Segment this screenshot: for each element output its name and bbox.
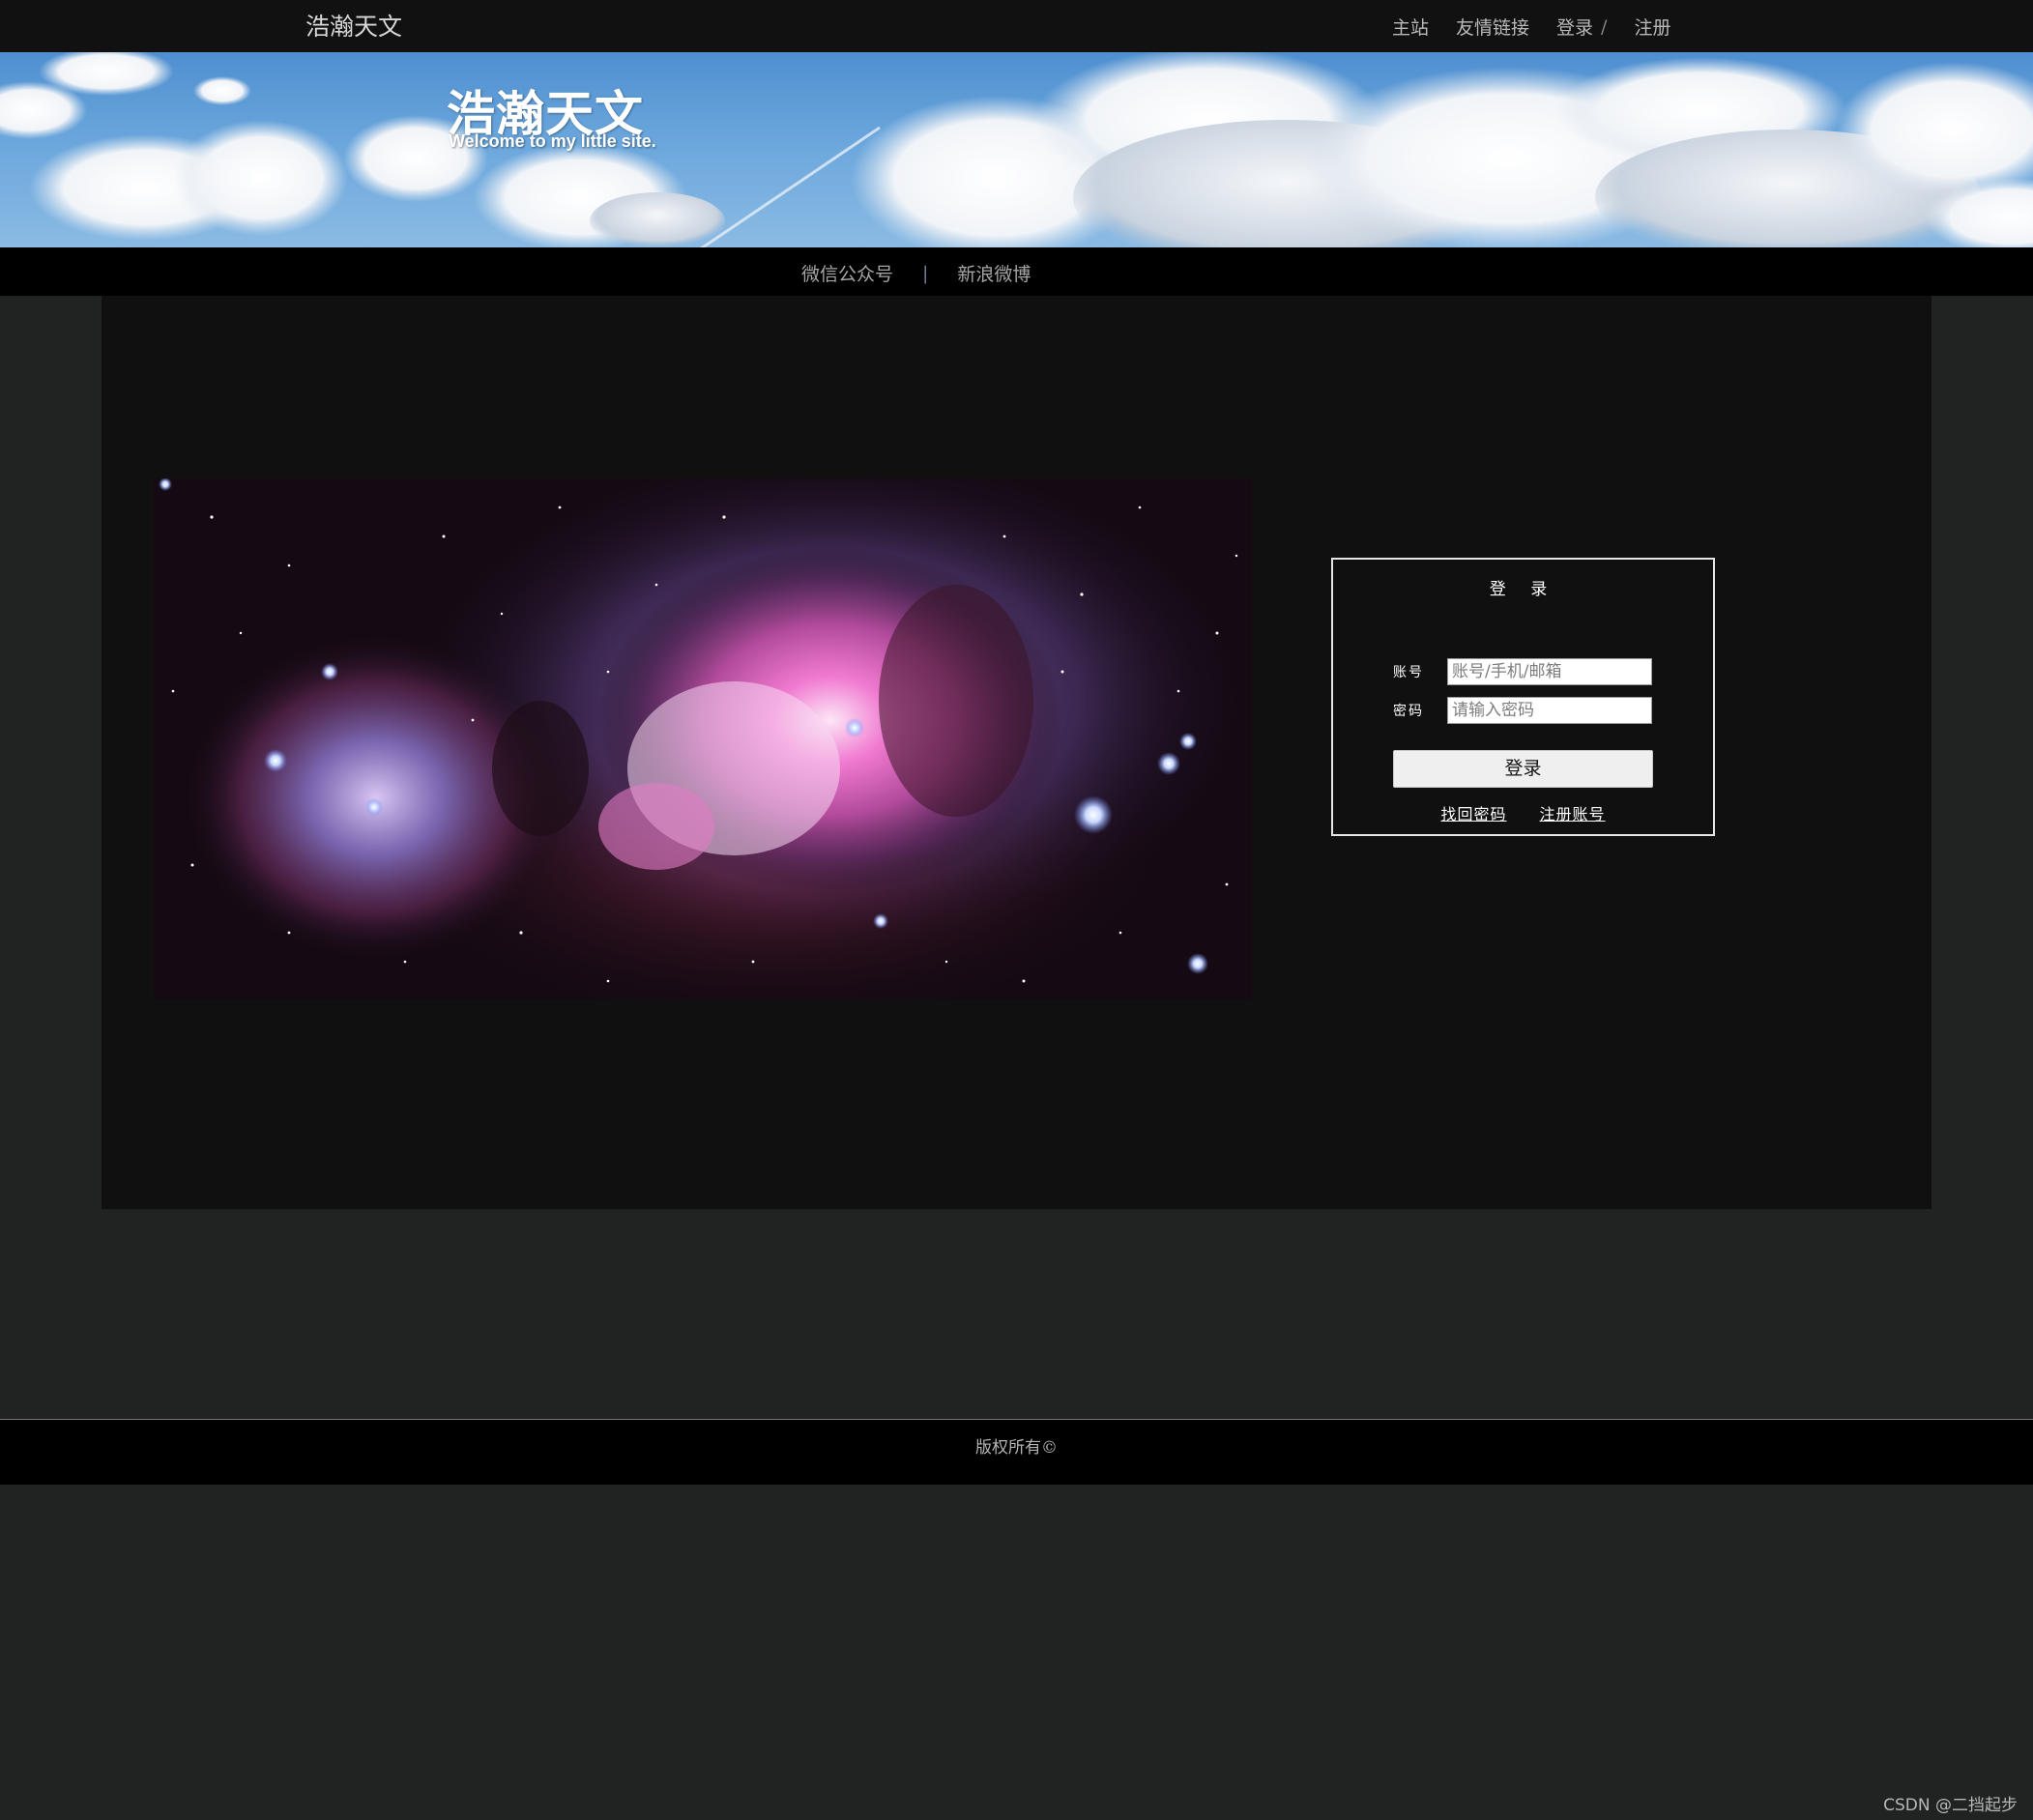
login-extra-links: 找回密码 注册账号 xyxy=(1333,801,1713,824)
secondary-nav-divider: | xyxy=(922,262,929,284)
login-title: 登 录 xyxy=(1489,580,1557,599)
main-content: 登 录 账号 密码 登录 找回密码 注册账号 xyxy=(102,296,1931,1209)
secondary-nav-links: 微信公众号 | 新浪微博 xyxy=(801,260,1031,286)
login-form: 登 录 账号 密码 登录 找回密码 注册账号 xyxy=(1331,558,1715,836)
login-submit-button[interactable]: 登录 xyxy=(1393,750,1653,788)
password-input[interactable] xyxy=(1447,697,1652,724)
weibo-link[interactable]: 新浪微博 xyxy=(957,260,1031,286)
nebula-graphic xyxy=(154,478,1252,999)
csdn-watermark: CSDN @二挡起步 xyxy=(1883,1796,2018,1815)
nav-home-link[interactable]: 主站 xyxy=(1392,14,1429,40)
top-nav: 主站 友情链接 登录 / 注册 xyxy=(1392,14,1670,40)
account-label: 账号 xyxy=(1393,665,1424,680)
forgot-password-link[interactable]: 找回密码 xyxy=(1440,801,1506,824)
sky-clouds-image xyxy=(0,52,2033,247)
wechat-link[interactable]: 微信公众号 xyxy=(801,260,893,286)
secondary-nav: 微信公众号 | 新浪微博 xyxy=(0,247,2033,296)
site-title[interactable]: 浩瀚天文 xyxy=(305,8,402,43)
nav-login-link[interactable]: 登录 xyxy=(1556,14,1593,40)
register-account-link[interactable]: 注册账号 xyxy=(1540,801,1606,824)
nav-friend-links[interactable]: 友情链接 xyxy=(1456,14,1529,40)
header-banner: 浩瀚天文 Welcome to my little site. xyxy=(0,52,2033,247)
password-label: 密码 xyxy=(1393,704,1424,719)
account-input[interactable] xyxy=(1447,658,1652,685)
nav-register-link[interactable]: 注册 xyxy=(1634,14,1670,40)
copyright-text: 版权所有© xyxy=(975,1438,1058,1458)
banner-subtitle: Welcome to my little site. xyxy=(449,131,656,151)
nav-separator: / xyxy=(1601,15,1608,38)
nebula-image xyxy=(154,478,1252,999)
top-bar: 浩瀚天文 主站 友情链接 登录 / 注册 xyxy=(0,0,2033,52)
footer: 版权所有© xyxy=(0,1419,2033,1485)
